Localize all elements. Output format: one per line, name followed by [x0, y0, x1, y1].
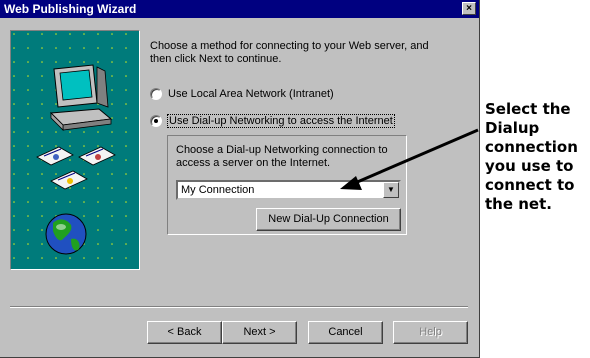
- arrow-head: [340, 176, 362, 190]
- arrow-pointer: [354, 128, 479, 185]
- annotation-text: Select the Dialup connection you use to …: [485, 100, 578, 213]
